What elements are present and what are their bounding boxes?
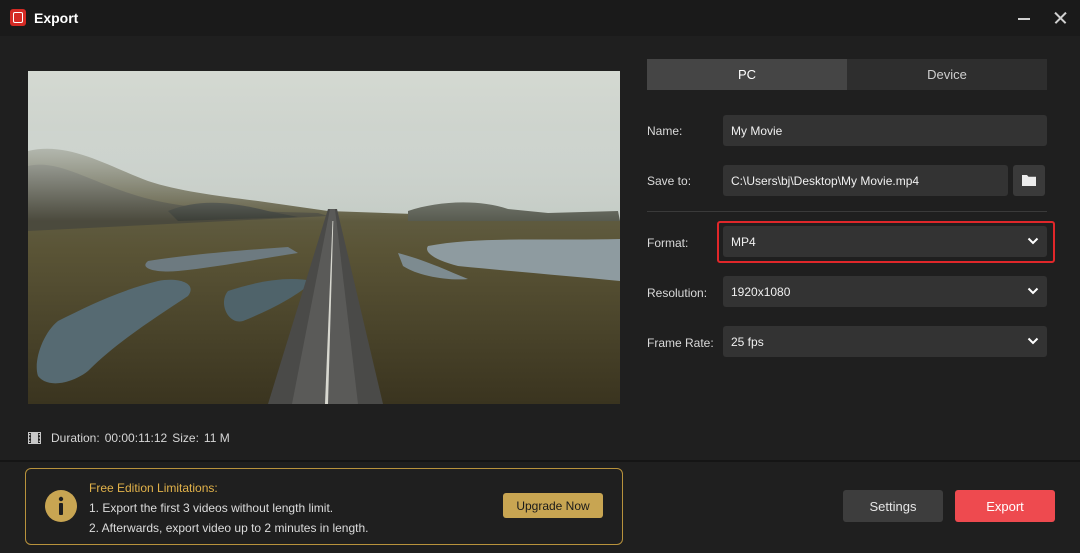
name-value: My Movie [731,123,783,138]
close-icon[interactable] [1048,6,1072,30]
chevron-down-icon [1027,287,1039,295]
size-label: Size: [172,431,199,445]
upgrade-now-button[interactable]: Upgrade Now [503,493,603,518]
tab-device[interactable]: Device [847,59,1047,90]
title-bar: Export [0,0,1080,36]
duration-label: Duration: [51,431,100,445]
format-highlight [717,221,1055,263]
duration-value: 00:00:11:12 [104,431,168,445]
resolution-label: Resolution: [647,286,708,300]
video-preview [28,71,620,404]
resolution-value: 1920x1080 [731,284,791,299]
save-path-value: C:\Users\bj\Desktop\My Movie.mp4 [731,173,920,188]
export-button[interactable]: Export [955,490,1055,522]
frame-rate-value: 25 fps [731,334,764,349]
resolution-select[interactable]: 1920x1080 [723,276,1047,307]
format-label: Format: [647,236,689,250]
size-value: 11 M [203,431,230,445]
minimize-icon[interactable] [1012,6,1036,30]
chevron-down-icon [1027,337,1039,345]
limitation-line-2: 2. Afterwards, export video up to 2 minu… [89,521,369,535]
settings-button[interactable]: Settings [843,490,943,522]
window-title: Export [34,10,79,26]
tab-pc[interactable]: PC [647,59,847,90]
save-to-label: Save to: [647,174,692,188]
frame-rate-label: Frame Rate: [647,336,714,350]
frame-rate-select[interactable]: 25 fps [723,326,1047,357]
info-icon [45,490,77,522]
browse-folder-button[interactable] [1013,165,1045,196]
folder-icon [1022,175,1036,186]
export-target-tabs: PC Device [647,59,1047,90]
form-divider [647,211,1047,212]
app-logo-icon [10,9,26,26]
name-field[interactable]: My Movie [723,115,1047,146]
name-label: Name: [647,124,683,138]
limitation-line-1: 1. Export the first 3 videos without len… [89,501,334,515]
save-path-field[interactable]: C:\Users\bj\Desktop\My Movie.mp4 [723,165,1008,196]
limitations-title: Free Edition Limitations: [89,481,218,495]
video-info-bar: Duration: 00:00:11:12 Size: 11 M [28,430,235,446]
film-icon [28,432,41,444]
